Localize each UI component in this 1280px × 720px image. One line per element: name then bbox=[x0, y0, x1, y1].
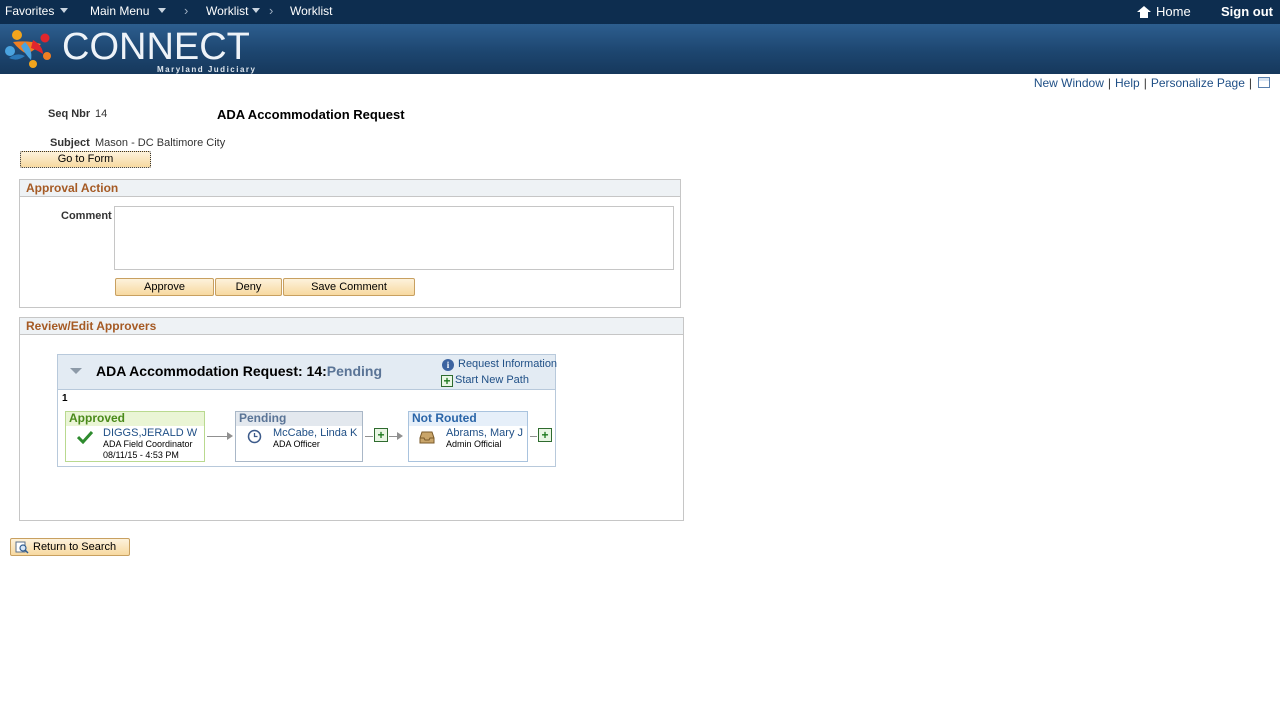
save-comment-button[interactable]: Save Comment bbox=[283, 278, 415, 296]
path-number: 1 bbox=[62, 393, 68, 404]
arrow-right-icon bbox=[397, 432, 403, 440]
review-approvers-header: Review/Edit Approvers bbox=[20, 318, 683, 335]
return-to-search-label: Return to Search bbox=[33, 541, 117, 553]
logo-subtitle: Maryland Judiciary bbox=[157, 65, 257, 74]
approver-role: ADA Field Coordinator bbox=[103, 439, 193, 449]
return-to-search-button[interactable]: Return to Search bbox=[10, 538, 130, 556]
approval-action-header: Approval Action bbox=[20, 180, 680, 197]
check-icon bbox=[77, 430, 93, 444]
map-status: Pending bbox=[326, 363, 383, 379]
home-link[interactable]: Home bbox=[1137, 4, 1191, 19]
approve-button[interactable]: Approve bbox=[115, 278, 214, 296]
step-status: Not Routed bbox=[409, 412, 527, 426]
breadcrumb-worklist-menu[interactable]: Worklist bbox=[206, 4, 261, 18]
add-icon: + bbox=[441, 375, 453, 387]
breadcrumb-separator-icon: › bbox=[184, 3, 189, 18]
return-search-icon bbox=[15, 541, 29, 554]
step-status: Pending bbox=[236, 412, 362, 426]
arrow-connector bbox=[530, 436, 537, 437]
review-approvers-section: Review/Edit Approvers ADA Accommodation … bbox=[19, 317, 684, 521]
approval-map-title: ADA Accommodation Request: 14:Pending bbox=[96, 363, 382, 379]
go-to-form-button[interactable]: Go to Form bbox=[20, 151, 151, 168]
main-menu[interactable]: Main Menu bbox=[90, 4, 167, 18]
start-new-path-link[interactable]: + Start New Path bbox=[441, 374, 529, 387]
approver-role: Admin Official bbox=[446, 439, 502, 449]
approval-step: Pending McCabe, Linda K ADA Officer bbox=[235, 411, 363, 462]
approval-map: ADA Accommodation Request: 14:Pending iR… bbox=[57, 354, 557, 467]
main-menu-label: Main Menu bbox=[90, 4, 150, 18]
info-icon: i bbox=[442, 359, 454, 371]
new-window-link[interactable]: New Window bbox=[1034, 76, 1104, 90]
link-divider: | bbox=[1248, 76, 1252, 90]
subject-label: Subject bbox=[50, 137, 90, 149]
seq-nbr-value: 14 bbox=[95, 108, 108, 120]
request-info-label: Request Information bbox=[458, 358, 558, 370]
subject-value: Mason - DC Baltimore City bbox=[95, 137, 226, 149]
header-banner: CONNECT Maryland Judiciary bbox=[0, 24, 1280, 74]
top-nav-bar: Favorites Main Menu › Worklist › Worklis… bbox=[0, 0, 1280, 24]
arrow-right-icon bbox=[227, 432, 233, 440]
breadcrumb-worklist[interactable]: Worklist bbox=[290, 4, 332, 18]
arrow-connector bbox=[207, 436, 227, 437]
home-label: Home bbox=[1156, 4, 1191, 19]
chevron-down-icon bbox=[158, 8, 167, 13]
personalize-page-link[interactable]: Personalize Page bbox=[1151, 76, 1245, 90]
arrow-connector bbox=[389, 436, 397, 437]
help-link[interactable]: Help bbox=[1115, 76, 1140, 90]
approver-name[interactable]: McCabe, Linda K bbox=[273, 427, 357, 439]
clock-icon bbox=[247, 429, 262, 444]
deny-button[interactable]: Deny bbox=[215, 278, 282, 296]
approver-name[interactable]: Abrams, Mary J bbox=[446, 427, 523, 439]
logo-text: CONNECT bbox=[62, 26, 250, 68]
seq-nbr-label: Seq Nbr bbox=[48, 108, 91, 120]
start-new-path-label: Start New Path bbox=[455, 374, 529, 386]
link-divider: | bbox=[1143, 76, 1147, 90]
add-step-icon[interactable]: + bbox=[374, 428, 388, 442]
page-links: New Window | Help | Personalize Page | bbox=[1034, 76, 1270, 90]
breadcrumb-separator-icon: › bbox=[269, 3, 274, 18]
favorites-label: Favorites bbox=[5, 4, 55, 18]
map-title-text: ADA Accommodation Request: 14: bbox=[96, 363, 327, 379]
comment-textarea[interactable] bbox=[114, 206, 674, 270]
link-divider: | bbox=[1107, 76, 1111, 90]
page-title: ADA Accommodation Request bbox=[217, 107, 405, 122]
comment-label: Comment bbox=[61, 210, 112, 222]
chevron-down-icon bbox=[252, 8, 261, 13]
chevron-down-icon bbox=[60, 8, 69, 13]
approval-map-header: ADA Accommodation Request: 14:Pending iR… bbox=[58, 355, 557, 390]
approval-date: 08/11/15 - 4:53 PM bbox=[103, 450, 179, 460]
approver-name[interactable]: DIGGS,JERALD W bbox=[103, 427, 197, 439]
customize-page-icon[interactable] bbox=[1258, 77, 1270, 88]
arrow-connector bbox=[365, 436, 373, 437]
home-icon bbox=[1137, 6, 1151, 18]
approval-action-section: Approval Action Comment Approve Deny Sav… bbox=[19, 179, 681, 308]
collapse-icon[interactable] bbox=[70, 368, 82, 374]
approval-step: Not Routed Abrams, Mary J Admin Official bbox=[408, 411, 528, 462]
inbox-icon bbox=[419, 431, 435, 444]
approval-step: Approved DIGGS,JERALD W ADA Field Coordi… bbox=[65, 411, 205, 462]
request-information-link[interactable]: i Request Information bbox=[442, 358, 557, 371]
worklist-menu-label: Worklist bbox=[206, 4, 249, 18]
add-step-icon[interactable]: + bbox=[538, 428, 552, 442]
step-status: Approved bbox=[66, 412, 204, 426]
approver-role: ADA Officer bbox=[273, 439, 320, 449]
sign-out-link[interactable]: Sign out bbox=[1221, 4, 1273, 19]
favorites-menu[interactable]: Favorites bbox=[5, 4, 69, 18]
connect-logo-icon bbox=[5, 30, 51, 68]
